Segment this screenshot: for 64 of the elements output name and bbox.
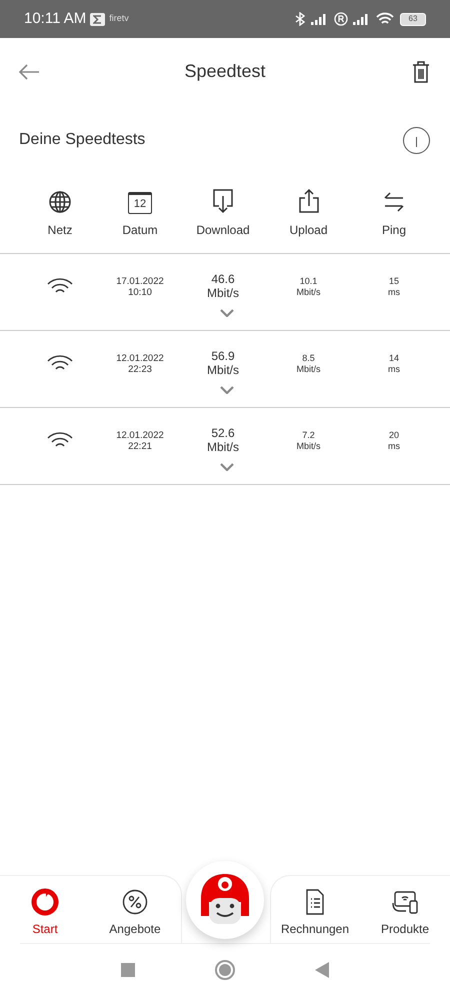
- test-date: 12.01.2022: [116, 430, 164, 441]
- ping-unit: ms: [388, 441, 400, 452]
- column-header: Download: [196, 222, 250, 239]
- nav-tab[interactable]: Start: [0, 888, 90, 938]
- nav-tab[interactable]: Angebote: [90, 888, 180, 938]
- calendar-icon: 12: [128, 192, 152, 214]
- percent-icon: [122, 889, 148, 915]
- arrows-icon: [383, 190, 405, 214]
- wifi-icon: [47, 278, 73, 295]
- upload-value: 7.2: [302, 430, 315, 441]
- ping-unit: ms: [388, 364, 400, 375]
- test-date: 17.01.2022: [116, 276, 164, 287]
- column-header: Datum: [122, 222, 158, 239]
- column-header: Ping: [382, 222, 406, 239]
- bluetooth-icon: [295, 12, 305, 26]
- wifi-icon: [47, 355, 73, 372]
- download-unit: Mbit/s: [206, 440, 239, 454]
- download-unit: Mbit/s: [206, 363, 239, 377]
- globe-icon: [48, 190, 72, 214]
- chevron-icon[interactable]: [220, 463, 234, 471]
- download-value: 46.6: [211, 272, 235, 286]
- ping-value: 14: [388, 353, 399, 364]
- download-value: 52.6: [211, 426, 235, 440]
- document-icon: [305, 889, 325, 915]
- ping-value: 20: [388, 430, 399, 441]
- chevron-icon[interactable]: [220, 309, 234, 317]
- back-nav-button[interactable]: [315, 962, 329, 978]
- app-label: firetv: [109, 12, 129, 26]
- upload-value: 10.1: [300, 276, 318, 287]
- nav-tab[interactable]: Produkte: [360, 888, 450, 938]
- battery-icon: 63: [400, 12, 426, 26]
- logo-icon: [31, 888, 59, 916]
- chevron-icon[interactable]: [220, 386, 234, 394]
- recents-button[interactable]: [121, 962, 135, 976]
- upload-unit: Mbit/s: [296, 441, 320, 452]
- test-date: 12.01.2022: [116, 353, 164, 364]
- result-row[interactable]: 12.01.2022 22:23 56.9 Mbit/s 8.5 Mbit/s 14 ms: [0, 331, 450, 408]
- download-value: 56.9: [211, 349, 235, 363]
- wifi-icon: [376, 12, 394, 26]
- sigma-icon: [90, 12, 106, 26]
- roaming-icon: [334, 12, 348, 26]
- wifi-icon: [47, 432, 73, 449]
- result-row[interactable]: 17.01.2022 10:10 46.6 Mbit/s 10.1 Mbit/s 15 ms: [0, 254, 450, 331]
- ping-unit: ms: [388, 287, 400, 298]
- test-time: 10:10: [128, 287, 152, 298]
- ping-value: 15: [388, 276, 399, 287]
- test-time: 22:23: [128, 364, 152, 375]
- upload-unit: Mbit/s: [296, 287, 320, 298]
- info-button[interactable]: [403, 126, 430, 154]
- download-icon: [211, 188, 235, 214]
- upload-unit: Mbit/s: [296, 364, 320, 375]
- page-title: Speedtest: [183, 60, 267, 83]
- test-time: 22:21: [128, 441, 152, 452]
- clock: 10:11 AM: [24, 8, 86, 29]
- column-header: Netz: [48, 222, 72, 239]
- nav-tab[interactable]: Rechnungen: [270, 888, 360, 938]
- column-header: Upload: [289, 222, 328, 239]
- devices-icon: [391, 889, 419, 915]
- upload-value: 8.5: [302, 353, 315, 364]
- result-row[interactable]: 12.01.2022 22:21 52.6 Mbit/s 7.2 Mbit/s 20 ms: [0, 408, 450, 485]
- upload-icon: [296, 188, 320, 214]
- download-unit: Mbit/s: [206, 286, 239, 300]
- home-button[interactable]: [215, 960, 235, 980]
- section-title: Deine Speedtests: [19, 130, 146, 150]
